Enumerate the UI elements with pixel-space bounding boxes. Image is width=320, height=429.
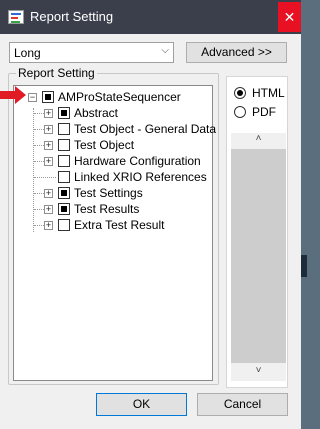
expand-icon[interactable]: +	[44, 141, 53, 150]
tree-node-label: Abstract	[74, 106, 119, 120]
expand-icon[interactable]: +	[44, 221, 53, 230]
tree-checkbox[interactable]	[42, 91, 54, 103]
expand-icon[interactable]: +	[44, 125, 53, 134]
tree-node-label: AMProStateSequencer	[58, 90, 181, 104]
tree-node-test-object-general-data[interactable]: + Test Object - General Data	[14, 122, 216, 136]
tree-node-abstract[interactable]: + Abstract	[14, 106, 209, 120]
tree-node-test-settings[interactable]: + Test Settings	[14, 186, 209, 200]
title-bar: Report Setting ✕	[0, 0, 301, 34]
cancel-button[interactable]: Cancel	[197, 393, 288, 416]
tree-checkbox[interactable]	[58, 123, 70, 135]
report-app-icon	[8, 10, 24, 24]
tree-node-label: Test Object - General Data	[74, 122, 217, 136]
tree-checkbox[interactable]	[58, 139, 70, 151]
pdf-radio-label[interactable]: PDF	[252, 105, 276, 119]
collapse-icon[interactable]: −	[28, 93, 37, 102]
tree-node-label: Test Settings	[74, 186, 143, 200]
tree-node-label: Extra Test Result	[74, 218, 165, 232]
tree-checkbox[interactable]	[58, 171, 70, 183]
groupbox-label: Report Setting	[16, 66, 97, 80]
ok-button[interactable]: OK	[96, 393, 187, 416]
tree-node-test-object[interactable]: + Test Object	[14, 138, 209, 152]
tree-node-extra-test-result[interactable]: + Extra Test Result	[14, 218, 209, 232]
tree-checkbox[interactable]	[58, 155, 70, 167]
tree-node-test-results[interactable]: + Test Results	[14, 202, 209, 216]
tree-node-linked-xrio-references[interactable]: Linked XRIO References	[14, 170, 209, 184]
expand-icon[interactable]: +	[44, 157, 53, 166]
tree-checkbox[interactable]	[58, 187, 70, 199]
tree-node-label: Test Results	[74, 202, 140, 216]
pdf-radio[interactable]	[234, 106, 246, 118]
scroll-up-icon[interactable]: ˄	[231, 133, 286, 147]
scroll-down-icon[interactable]: ˅	[231, 365, 286, 379]
tree-node-hardware-configuration[interactable]: + Hardware Configuration	[14, 154, 209, 168]
tree-node-label: Linked XRIO References	[74, 170, 207, 184]
html-radio-label[interactable]: HTML	[252, 86, 285, 100]
template-dropdown[interactable]: Long ⌵	[9, 42, 174, 63]
tree-checkbox[interactable]	[58, 219, 70, 231]
expand-icon[interactable]: +	[44, 189, 53, 198]
window-title: Report Setting	[30, 9, 114, 24]
expand-icon[interactable]: +	[44, 205, 53, 214]
report-setting-dialog: Report Setting ✕ Long ⌵ Advanced >> Repo…	[0, 0, 301, 429]
chevron-down-icon: ⌵	[161, 45, 169, 56]
report-tree[interactable]: − AMProStateSequencer + Abstract + Test …	[13, 85, 216, 381]
background-window-edge	[301, 255, 307, 277]
html-radio[interactable]	[234, 87, 246, 99]
format-scrollbar[interactable]: ˄ ˅	[231, 133, 286, 381]
scroll-track[interactable]	[231, 149, 286, 363]
red-arrow-annotation	[0, 86, 26, 104]
expand-icon[interactable]: +	[44, 109, 53, 118]
template-dropdown-value: Long	[14, 46, 41, 60]
tree-checkbox[interactable]	[58, 203, 70, 215]
close-icon[interactable]: ✕	[278, 2, 301, 32]
tree-node-label: Test Object	[74, 138, 135, 152]
advanced-button[interactable]: Advanced >>	[186, 42, 287, 63]
tree-checkbox[interactable]	[58, 107, 70, 119]
tree-node-root[interactable]: − AMProStateSequencer	[14, 90, 209, 104]
tree-node-label: Hardware Configuration	[74, 154, 201, 168]
